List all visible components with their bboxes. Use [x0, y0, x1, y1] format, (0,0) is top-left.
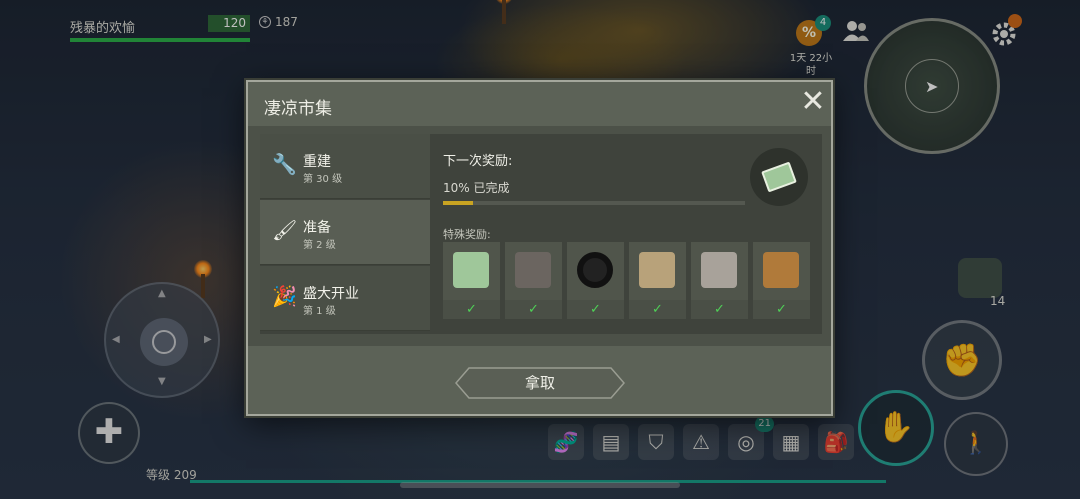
- next-reward-label: 下一次奖励:: [443, 154, 513, 169]
- special-rewards-grid: ✓ ✓ ✓ ✓ ✓ ✓: [443, 242, 810, 319]
- wrench-icon: 🔧: [272, 152, 297, 176]
- claim-button[interactable]: 拿取: [455, 367, 625, 399]
- reward-panel: 下一次奖励: 10% 已完成 特殊奖励: ✓ ✓ ✓ ✓ ✓ ✓: [430, 134, 822, 332]
- scroll-bundle-icon: [629, 242, 686, 300]
- sidebar-item-prepare[interactable]: 🖌 准备 第 2 级: [260, 200, 430, 265]
- progress-bar: [443, 201, 745, 205]
- vinyl-record-icon: [567, 242, 624, 300]
- event-modal: 凄凉市集 ✕ 🔧 重建 第 30 级 🖌 准备 第 2 级 🎉 盛大开业 第 1…: [246, 80, 833, 416]
- crate-bundle-icon: [753, 242, 810, 300]
- sidebar-item-rebuild[interactable]: 🔧 重建 第 30 级: [260, 134, 430, 199]
- progress-fill: [443, 201, 474, 205]
- party-popper-icon: 🎉: [272, 284, 297, 308]
- modal-body: 🔧 重建 第 30 级 🖌 准备 第 2 级 🎉 盛大开业 第 1 级 下一次奖…: [260, 134, 822, 334]
- brush-icon: 🖌: [272, 218, 298, 242]
- stage-sidebar: 🔧 重建 第 30 级 🖌 准备 第 2 级 🎉 盛大开业 第 1 级: [260, 134, 430, 332]
- sidebar-item-grand-opening[interactable]: 🎉 盛大开业 第 1 级: [260, 266, 430, 331]
- modal-title: 凄凉市集: [264, 99, 332, 119]
- sidebar-item-level: 第 30 级: [303, 174, 343, 185]
- check-icon: ✓: [567, 300, 624, 319]
- progress-text: 10% 已完成: [443, 181, 510, 195]
- sidebar-item-level: 第 1 级: [303, 306, 336, 317]
- check-icon: ✓: [443, 300, 500, 319]
- reward-card[interactable]: ✓: [567, 242, 624, 319]
- claim-button-label: 拿取: [524, 374, 555, 392]
- check-icon: ✓: [629, 300, 686, 319]
- special-rewards-label: 特殊奖励:: [443, 228, 491, 241]
- reward-card[interactable]: ✓: [691, 242, 748, 319]
- check-icon: ✓: [505, 300, 562, 319]
- next-reward-ticket-icon[interactable]: [750, 148, 808, 206]
- reward-card[interactable]: ✓: [443, 242, 500, 319]
- ticket-icon: [443, 242, 500, 300]
- reward-card[interactable]: ✓: [629, 242, 686, 319]
- sidebar-item-level: 第 2 级: [303, 240, 336, 251]
- check-icon: ✓: [753, 300, 810, 319]
- sidebar-item-label: 重建: [303, 154, 331, 170]
- sidebar-item-label: 准备: [303, 220, 331, 236]
- engine-part-icon: [691, 242, 748, 300]
- sidebar-item-label: 盛大开业: [303, 286, 359, 302]
- reward-card[interactable]: ✓: [753, 242, 810, 319]
- gun-icon: [505, 242, 562, 300]
- check-icon: ✓: [691, 300, 748, 319]
- close-icon[interactable]: ✕: [800, 87, 826, 117]
- reward-card[interactable]: ✓: [505, 242, 562, 319]
